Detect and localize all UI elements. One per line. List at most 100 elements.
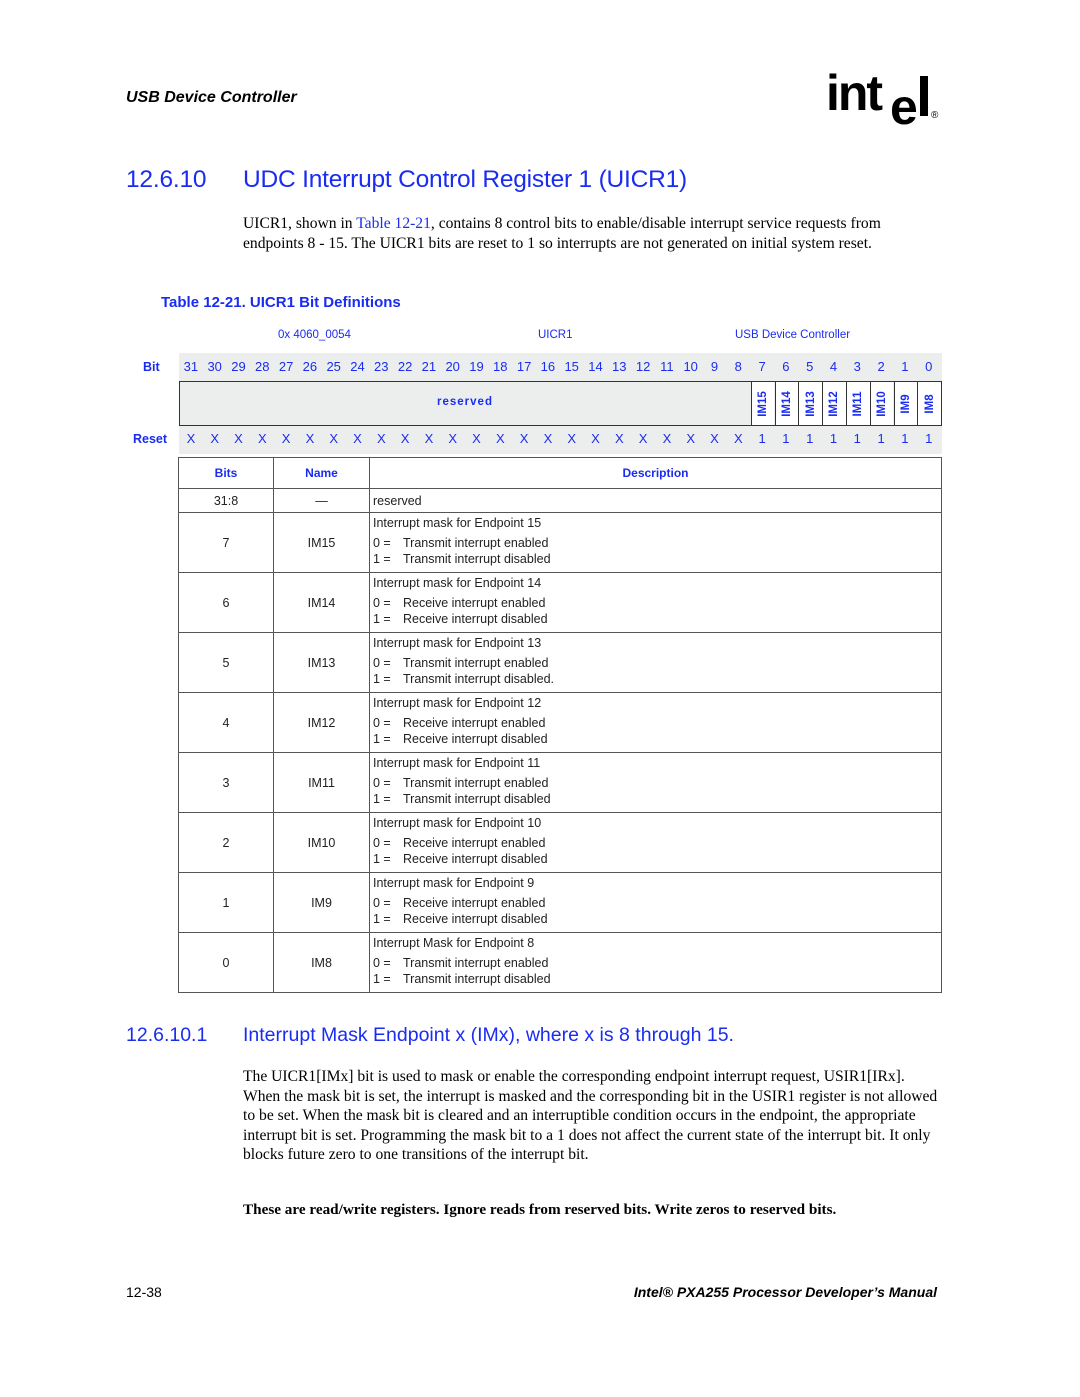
register-address: 0x 4060_0054 bbox=[278, 329, 351, 341]
intro-paragraph: UICR1, shown in Table 12-21, contains 8 … bbox=[243, 214, 943, 253]
table-row: 0 IM8 Interrupt Mask for Endpoint 8 0 = Tran… bbox=[178, 932, 942, 993]
description-title: Interrupt Mask for Endpoint 8 bbox=[373, 936, 535, 950]
value-1-key: 1 = bbox=[373, 551, 391, 566]
table-row: 7 IM15 Interrupt mask for Endpoint 15 0 = Tr… bbox=[178, 512, 942, 573]
register-field-label: IM11 bbox=[852, 391, 865, 416]
bit-number: 23 bbox=[374, 359, 389, 374]
table-header-row: Bits Name Description bbox=[178, 457, 942, 489]
value-0-text: Receive interrupt enabled bbox=[403, 716, 546, 730]
cell-name: IM11 bbox=[273, 752, 370, 813]
intel-logo-e: e bbox=[890, 79, 918, 135]
cell-description: Interrupt Mask for Endpoint 8 0 = Transmit… bbox=[369, 932, 942, 993]
value-1-text: Receive interrupt disabled bbox=[403, 911, 548, 926]
cell-name: IM13 bbox=[273, 632, 370, 693]
cell-description: Interrupt mask for Endpoint 12 0 = Receive… bbox=[369, 692, 942, 753]
value-1-text: Transmit interrupt disabled bbox=[403, 971, 551, 986]
cell-bits: 0 bbox=[178, 932, 274, 993]
register-field-box: reserved IM15 IM14 IM13 IM12 IM11 IM10 IM9 IM8 bbox=[179, 381, 942, 426]
table-row: 1 IM9 Interrupt mask for Endpoint 9 0 = Rece… bbox=[178, 872, 942, 933]
reset-value: X bbox=[567, 431, 577, 446]
value-1-text: Receive interrupt disabled bbox=[403, 611, 548, 626]
bit-number: 20 bbox=[445, 359, 460, 374]
value-0-key: 0 = bbox=[373, 596, 391, 610]
cell-name: IM14 bbox=[273, 572, 370, 633]
cell-name: IM12 bbox=[273, 692, 370, 753]
bit-number: 15 bbox=[564, 359, 579, 374]
register-unit: USB Device Controller bbox=[735, 329, 851, 341]
bit-number: 29 bbox=[231, 359, 246, 374]
bit-number: 19 bbox=[469, 359, 484, 374]
value-1: 1 = Receive interrupt disabled bbox=[373, 612, 941, 628]
table-row: 6 IM14 Interrupt mask for Endpoint 14 0 = Re… bbox=[178, 572, 942, 633]
header-name: Name bbox=[273, 457, 370, 489]
value-1-key: 1 = bbox=[373, 851, 391, 866]
register-field: IM9 bbox=[893, 382, 918, 425]
reset-value: 1 bbox=[877, 431, 885, 446]
cell-description: Interrupt mask for Endpoint 9 0 = Receive … bbox=[369, 872, 942, 933]
cell-description: reserved bbox=[369, 488, 942, 513]
reset-value: X bbox=[519, 431, 529, 446]
reset-value: X bbox=[329, 431, 339, 446]
reserved-field-label: reserved bbox=[437, 396, 493, 408]
description-title: Interrupt mask for Endpoint 13 bbox=[373, 636, 542, 650]
register-field-label: IM8 bbox=[923, 393, 936, 414]
register-field-label: IM15 bbox=[757, 390, 770, 417]
reset-value: X bbox=[400, 431, 410, 446]
bit-number: 30 bbox=[207, 359, 222, 374]
value-0-text: Transmit interrupt enabled bbox=[403, 656, 549, 670]
cell-bits: 31:8 bbox=[178, 488, 274, 513]
register-field-label: IM13 bbox=[804, 390, 817, 417]
value-1: 1 = Transmit interrupt disabled bbox=[373, 972, 941, 988]
intel-logo-text: int bbox=[826, 66, 883, 121]
page-number: 12-38 bbox=[126, 1284, 162, 1300]
bit-number: 25 bbox=[326, 359, 341, 374]
register-field: IM15 bbox=[750, 382, 775, 425]
value-1: 1 = Receive interrupt disabled bbox=[373, 912, 941, 928]
reset-value: 1 bbox=[782, 431, 790, 446]
register-field: IM8 bbox=[917, 382, 942, 425]
bit-number: 2 bbox=[877, 359, 885, 374]
reset-value: 1 bbox=[829, 431, 838, 446]
reset-value: X bbox=[424, 431, 434, 446]
value-0: 0 = Transmit interrupt enabled bbox=[373, 776, 941, 792]
register-field-label: IM9 bbox=[899, 393, 912, 414]
bit-number: 9 bbox=[710, 359, 719, 374]
reset-value: X bbox=[686, 431, 696, 446]
section-number: 12.6.10 bbox=[126, 166, 207, 193]
cell-bits: 2 bbox=[178, 812, 274, 873]
intro-text-before: UICR1, shown in bbox=[243, 215, 357, 232]
bit-number: 13 bbox=[612, 359, 627, 374]
register-name: UICR1 bbox=[538, 329, 573, 341]
reset-value: 1 bbox=[758, 431, 766, 446]
section-heading: 12.6.10 UDC Interrupt Control Register 1 … bbox=[126, 166, 687, 194]
description-values: 0 = Transmit interrupt enabled 1 = Transmit… bbox=[373, 536, 941, 567]
table-link[interactable]: Table 12-21 bbox=[356, 215, 431, 232]
bit-number: 16 bbox=[540, 359, 556, 374]
value-0-key: 0 = bbox=[373, 656, 391, 670]
intel-logo-l bbox=[920, 76, 928, 116]
bit-number: 11 bbox=[660, 359, 674, 374]
value-0: 0 = Receive interrupt enabled bbox=[373, 596, 941, 612]
description-title: Interrupt mask for Endpoint 14 bbox=[373, 576, 542, 590]
bit-number: 7 bbox=[758, 359, 766, 374]
subsection-body: The UICR1[IMx] bit is used to mask or en… bbox=[243, 1068, 938, 1163]
bit-number: 18 bbox=[493, 359, 508, 374]
reset-value: X bbox=[638, 431, 648, 446]
value-1-text: Receive interrupt disabled bbox=[403, 851, 548, 866]
register-field: IM14 bbox=[774, 382, 799, 425]
reset-value: X bbox=[495, 431, 505, 446]
cell-name: IM15 bbox=[273, 512, 370, 573]
bit-number: 28 bbox=[255, 359, 270, 374]
register-field: IM12 bbox=[822, 382, 846, 425]
reset-value: X bbox=[186, 431, 196, 446]
subsection-title: Interrupt Mask Endpoint x (IMx), where x… bbox=[243, 1024, 734, 1046]
reset-value: X bbox=[376, 431, 386, 446]
register-field: IM10 bbox=[869, 382, 894, 425]
bit-number: 21 bbox=[421, 359, 437, 374]
bit-number: 5 bbox=[806, 359, 814, 374]
value-1: 1 = Receive interrupt disabled bbox=[373, 852, 941, 868]
value-0: 0 = Transmit interrupt enabled bbox=[373, 656, 941, 672]
reset-value: X bbox=[472, 431, 481, 446]
value-0-text: Transmit interrupt enabled bbox=[403, 536, 549, 550]
header-bits: Bits bbox=[178, 457, 274, 489]
